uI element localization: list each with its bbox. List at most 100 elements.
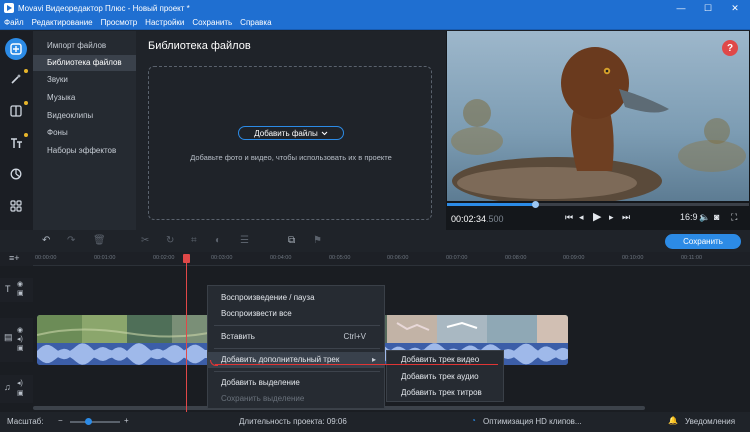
maximize-button[interactable]: ☐ [694,0,722,16]
next-frame-icon[interactable]: ▸ [609,212,614,223]
menu-edit[interactable]: Редактирование [28,18,97,27]
lock-icon[interactable]: ▣ [17,344,24,352]
add-audio-track[interactable]: Добавить трек аудио [387,369,503,385]
save-button[interactable]: Сохранить [665,234,741,249]
ruler-tick: 00:11:00 [681,255,703,261]
add-track-icon[interactable]: ≡+ [9,253,20,263]
nav-item-import[interactable]: Импорт файлов [33,38,136,54]
chevron-down-icon [321,131,328,135]
menu-view[interactable]: Просмотр [97,18,142,27]
ruler-tick: 00:10:00 [622,255,644,261]
zoom-slider[interactable] [70,421,120,423]
project-duration: Длительность проекта: 09:06 [239,417,347,426]
ctx-save-selection[interactable]: Сохранить выделение [208,391,384,407]
snapshot-icon[interactable]: ◙ [714,212,719,222]
ctx-play-all[interactable]: Воспроизвести все [208,306,384,322]
music-note-icon: ♫ [4,382,11,392]
marker-icon[interactable]: ⚑ [313,235,322,246]
menu-divider [214,348,380,349]
minimize-button[interactable]: — [667,0,695,16]
nav-item-effect-sets[interactable]: Наборы эффектов [33,143,136,159]
timeline-ruler[interactable]: 00:00:00 00:01:00 00:02:00 00:03:00 00:0… [33,252,750,266]
crop-icon[interactable]: ⌗ [191,235,197,246]
ctx-paste[interactable]: Вставить Ctrl+V [208,329,384,345]
add-track-submenu: Добавить трек видео Добавить трек аудио … [386,350,504,402]
color-adjust-icon[interactable]: ◐ [215,235,221,246]
ruler-tick: 00:07:00 [446,255,468,261]
menu-help[interactable]: Справка [236,18,275,27]
video-preview [447,31,749,201]
timeline-context-menu: Воспроизведение / пауза Воспроизвести вс… [207,285,385,409]
cut-icon[interactable]: ✂ [141,235,149,246]
aspect-ratio-value: 16:9 [680,212,698,222]
close-button[interactable]: ✕ [721,0,749,16]
seek-bar[interactable] [447,201,749,208]
menu-file[interactable]: Файл [0,18,28,27]
menu-settings[interactable]: Настройки [141,18,188,27]
add-title-track[interactable]: Добавить трек титров [387,385,503,401]
nav-item-videoclips[interactable]: Видеоклипы [33,108,136,124]
new-badge-dot [24,133,28,137]
app-logo-icon [4,3,14,13]
import-icon[interactable] [5,38,27,60]
playhead-line [186,254,187,414]
notifications-link[interactable]: Уведомления [685,417,735,426]
drop-zone[interactable]: Добавить файлы Добавьте фото и видео, чт… [148,66,432,220]
help-button[interactable]: ? [722,40,738,56]
timecode-frames: .500 [486,214,504,224]
ruler-tick: 00:03:00 [211,255,233,261]
tool-rail [0,31,33,230]
lock-icon[interactable]: ▣ [17,289,24,297]
nav-item-music[interactable]: Музыка [33,90,136,106]
ctx-add-selection[interactable]: Добавить выделение [208,375,384,391]
skip-to-end-icon[interactable]: ⏭ [622,212,630,223]
more-tools-icon[interactable] [5,195,27,217]
zoom-out-icon[interactable]: − [58,416,63,425]
ctx-play-pause[interactable]: Воспроизведение / пауза [208,290,384,306]
stickers-icon[interactable] [5,163,27,185]
skip-to-start-icon[interactable]: ⏮ [565,212,573,223]
ctx-paste-label: Вставить [221,332,255,341]
menu-save[interactable]: Сохранить [188,18,236,27]
redo-icon[interactable]: ↷ [67,235,75,246]
clip-properties-icon[interactable]: ☰ [240,235,249,246]
ctx-paste-shortcut: Ctrl+V [343,332,366,341]
fullscreen-icon[interactable]: ⛶ [731,212,737,223]
mute-icon[interactable]: ◂) [17,379,23,387]
new-badge-dot [24,69,28,73]
audio-track-header: ♫ ◂) ▣ [0,375,33,403]
seek-handle[interactable] [531,201,539,208]
add-video-track[interactable]: Добавить трек видео [387,352,503,368]
play-icon[interactable]: ▶ [593,210,601,223]
eye-icon[interactable]: ◉ [17,280,23,288]
eye-icon[interactable]: ◉ [17,326,23,334]
overlay-icon[interactable]: ⧉ [288,235,295,246]
timecode: 00:02:34.500 [451,214,504,224]
volume-icon[interactable]: 🔈 [699,212,710,223]
title-track-header: T ◉ ▣ [0,278,33,302]
ruler-tick: 00:02:00 [153,255,175,261]
bell-icon[interactable]: 🔔 [668,416,678,425]
submenu-arrow-icon: ▸ [371,355,376,364]
playhead-handle[interactable] [183,254,190,263]
zoom-in-icon[interactable]: + [124,416,129,425]
lock-icon[interactable]: ▣ [17,389,24,397]
nav-item-backgrounds[interactable]: Фоны [33,125,136,141]
mute-icon[interactable]: ◂) [17,335,23,343]
add-files-label: Добавить файлы [254,128,318,138]
ruler-tick: 00:09:00 [563,255,585,261]
hd-optimization[interactable]: Оптимизация HD клипов... [483,417,582,426]
drop-hint: Добавьте фото и видео, чтобы использоват… [190,153,392,162]
add-files-button[interactable]: Добавить файлы [238,126,344,140]
library-title: Библиотека файлов [148,40,251,52]
nav-item-sounds[interactable]: Звуки [33,72,136,88]
undo-icon[interactable]: ↶ [42,235,50,246]
ctx-add-track[interactable]: Добавить дополнительный трек ▸ [208,352,384,368]
nav-item-library[interactable]: Библиотека файлов [33,55,136,71]
previous-frame-icon[interactable]: ◂ [579,212,584,223]
menu-divider [214,325,380,326]
delete-icon[interactable]: 🗑 [93,235,106,246]
zoom-slider-handle[interactable] [85,418,92,425]
ruler-tick: 00:01:00 [94,255,116,261]
rotate-icon[interactable]: ↻ [166,235,174,246]
